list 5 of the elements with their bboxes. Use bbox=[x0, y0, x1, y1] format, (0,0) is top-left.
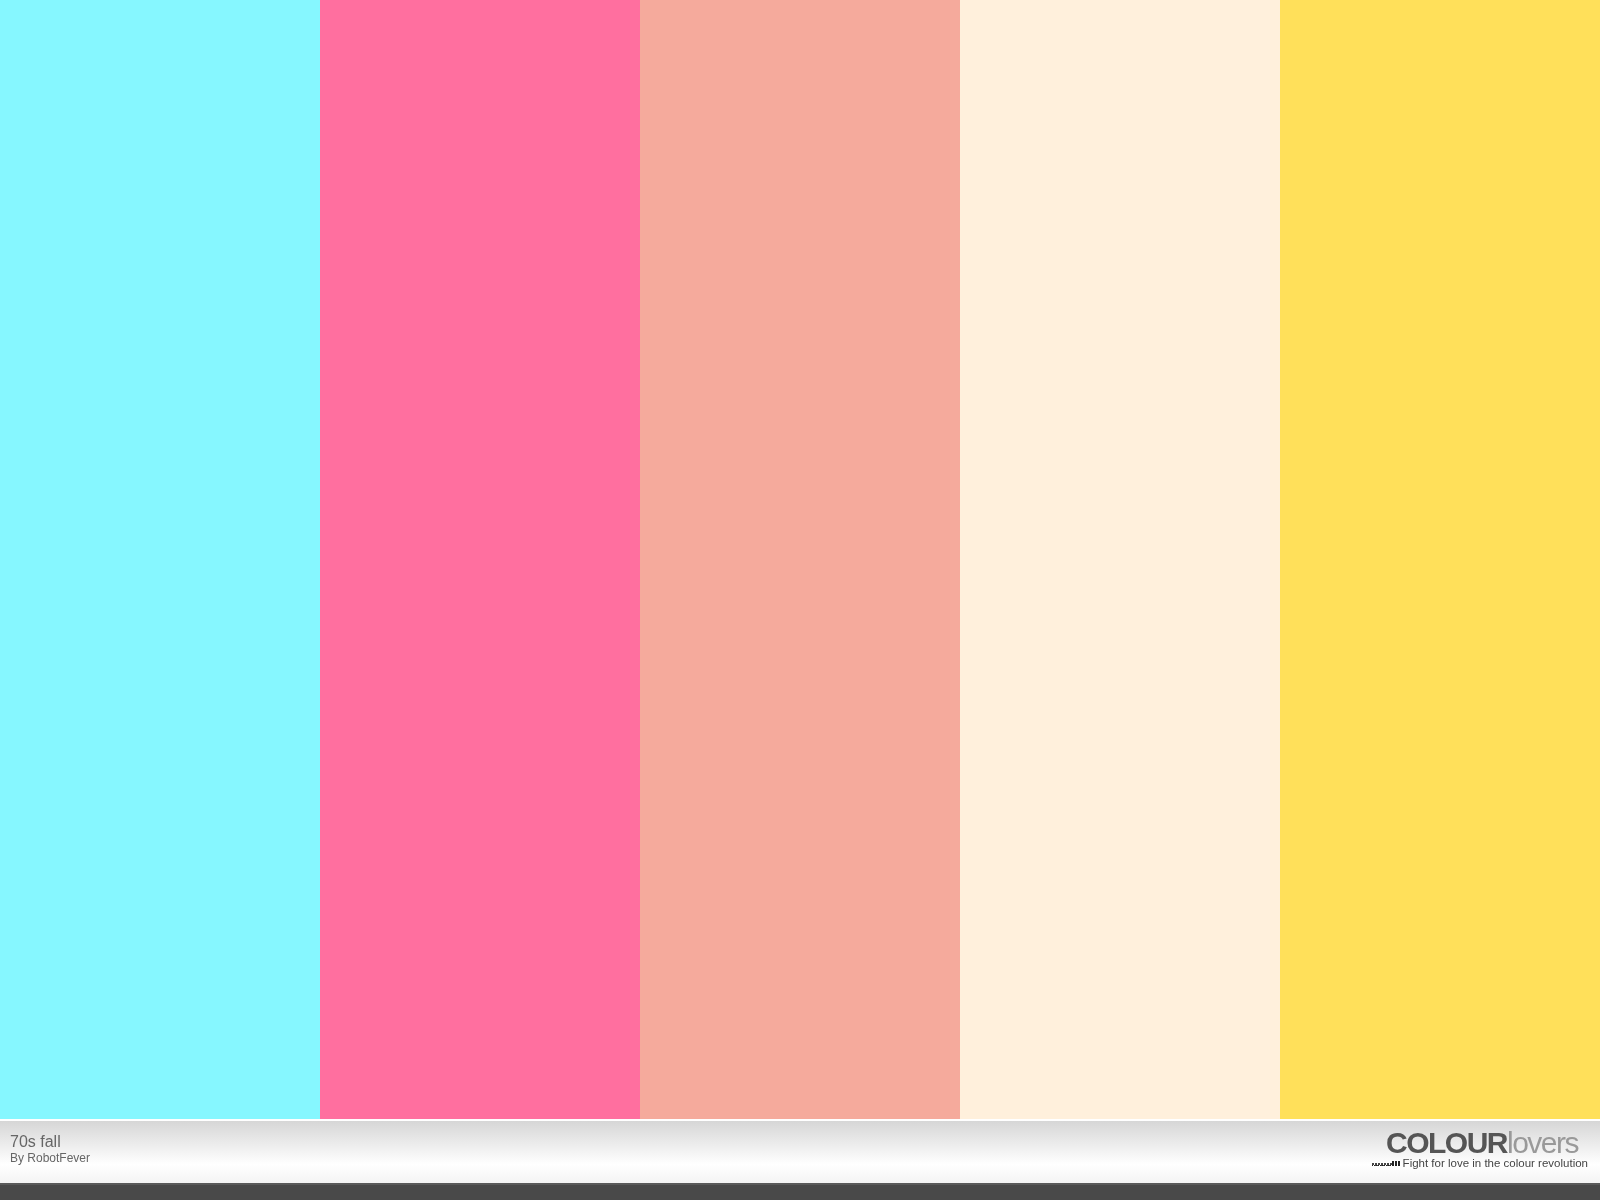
palette-title: 70s fall bbox=[10, 1133, 62, 1151]
logo-wordmark: COLOURlovers bbox=[1385, 1129, 1580, 1157]
author-credit: By RobotFever bbox=[10, 1151, 91, 1165]
dotted-rule-icon bbox=[1371, 1160, 1400, 1166]
logo-tagline: Fight for love in the colour revolution bbox=[1402, 1157, 1588, 1169]
